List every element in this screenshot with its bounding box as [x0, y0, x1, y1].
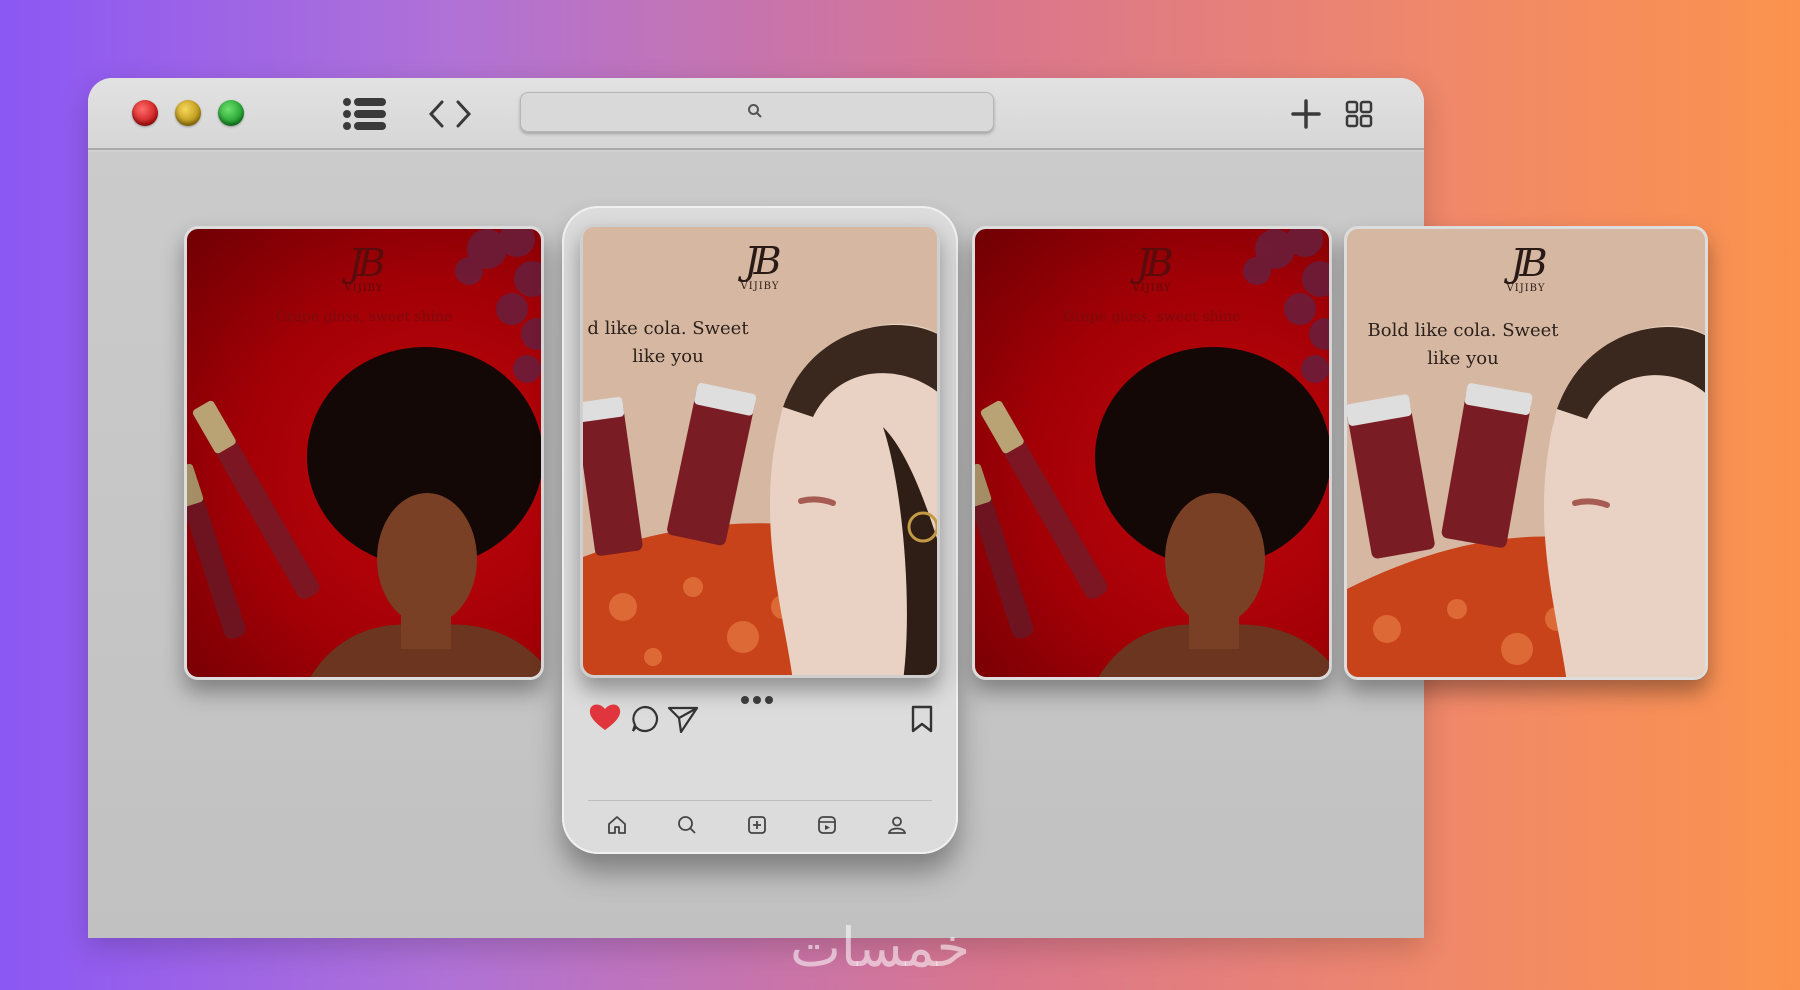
post-artwork [583, 323, 937, 675]
bookmark-icon[interactable] [910, 704, 934, 734]
post-tagline: Bold like cola. Sweet like you [1367, 320, 1559, 369]
post-artwork [187, 229, 541, 677]
post-artwork [1347, 325, 1705, 677]
create-icon[interactable] [744, 812, 770, 838]
brand-logo: JB VIJIBY [344, 241, 386, 294]
title-bar [88, 78, 1424, 150]
search-icon[interactable] [674, 812, 700, 838]
post-tagline: d like cola. Sweet like you [587, 318, 749, 367]
reels-icon[interactable] [814, 812, 840, 838]
phone-mockup: JB VIJIBY d like cola. Sweet like you [562, 206, 958, 854]
post-card[interactable]: JB VIJIBY Bold like cola. Sweet like you [1344, 226, 1708, 680]
new-tab-plus-icon[interactable] [1288, 92, 1324, 136]
post-card[interactable]: JB VIJIBY Grape gloss, sweet shine [184, 226, 544, 680]
post-tagline: Grape gloss, sweet shine [1063, 309, 1241, 325]
share-icon[interactable] [666, 704, 700, 734]
heart-icon[interactable] [588, 702, 622, 732]
watermark: خمسات [790, 916, 971, 979]
carousel-dots [740, 694, 774, 706]
brand-logo: JB VIJIBY [740, 239, 782, 292]
post-card[interactable]: JB VIJIBY Grape gloss, sweet shine [972, 226, 1332, 680]
comment-icon[interactable] [630, 704, 660, 734]
profile-icon[interactable] [884, 812, 910, 838]
featured-post[interactable]: JB VIJIBY d like cola. Sweet like you [580, 224, 940, 678]
minimize-button[interactable] [175, 100, 201, 126]
grid-icon[interactable] [1342, 92, 1376, 136]
list-icon[interactable] [340, 92, 388, 136]
nav-divider [588, 800, 932, 801]
address-bar[interactable] [520, 92, 994, 132]
close-button[interactable] [132, 100, 158, 126]
zoom-button[interactable] [218, 100, 244, 126]
search-icon [747, 103, 763, 124]
code-icon[interactable] [426, 92, 474, 136]
brand-logo: JB VIJIBY [1506, 241, 1548, 294]
home-icon[interactable] [604, 812, 630, 838]
post-tagline: Grape gloss, sweet shine [275, 309, 453, 325]
brand-logo: JB VIJIBY [1132, 241, 1174, 294]
post-artwork [975, 229, 1329, 677]
